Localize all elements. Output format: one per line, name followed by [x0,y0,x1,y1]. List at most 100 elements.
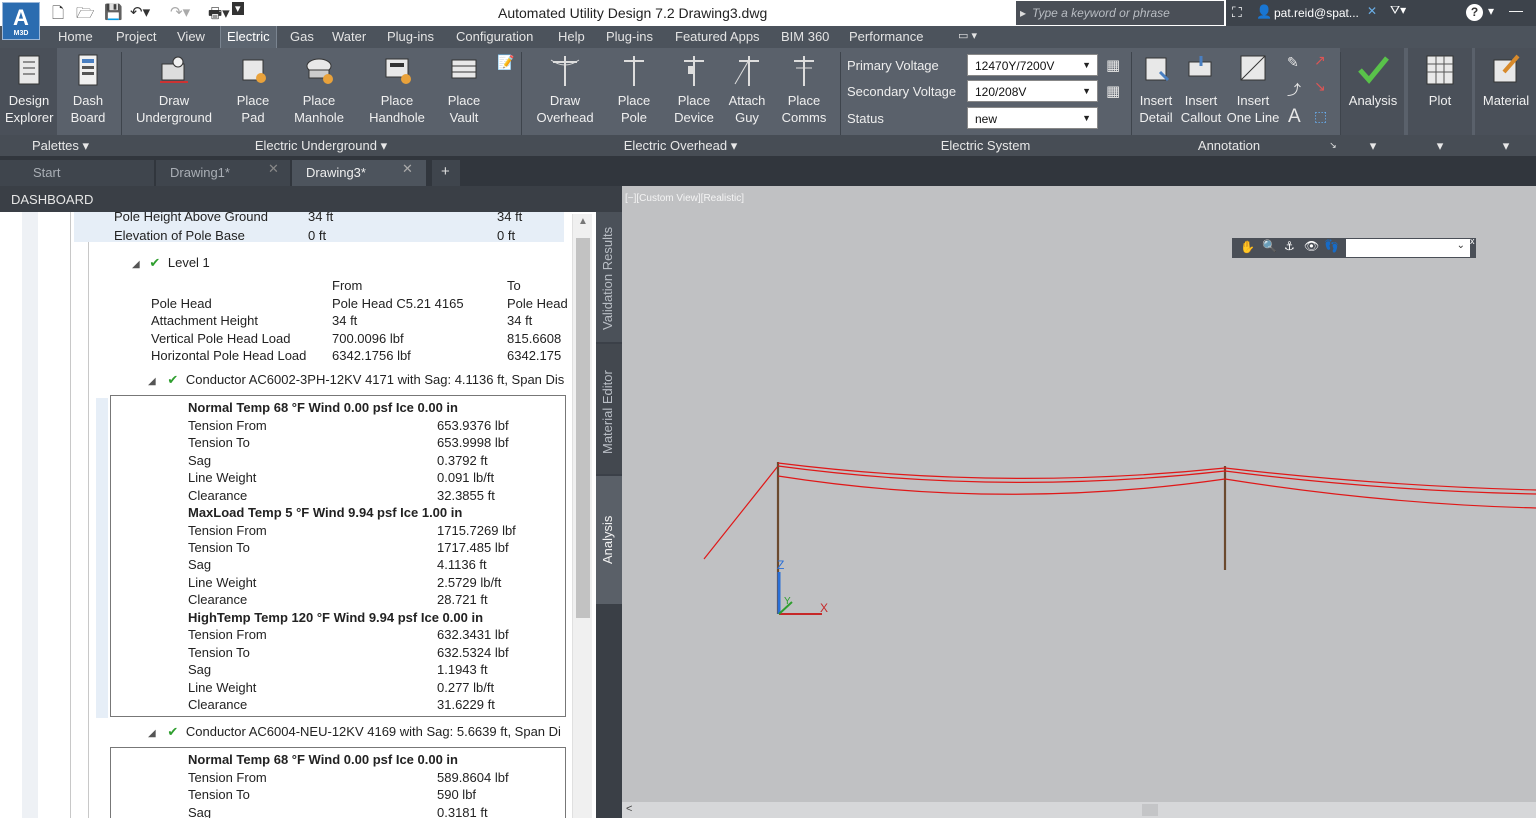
insert-detail-button[interactable]: Insert Detail [1136,52,1176,126]
place-pole-button[interactable]: Place Pole [612,52,656,126]
tab-material-editor[interactable]: Material Editor [596,344,622,474]
group-electric-underground[interactable]: Electric Underground ▾ [121,138,521,154]
binoculars-icon[interactable]: ⛶ [1232,4,1242,21]
tab-help[interactable]: Help [558,29,585,44]
place-manhole-button[interactable]: Place Manhole [290,52,348,126]
material-button[interactable]: Material [1478,52,1534,109]
insert-callout-button[interactable]: Insert Callout [1180,52,1222,126]
text-icon[interactable]: A [1288,106,1301,128]
secondary-voltage-select[interactable]: 120/208V [967,80,1098,102]
tab-electric[interactable]: Electric [220,26,277,48]
place-device-button[interactable]: Place Device [670,52,718,126]
app-logo[interactable]: A M3D [2,2,40,40]
tab-plugins-2[interactable]: Plug-ins [606,29,653,44]
conductor-node[interactable]: ◢ ✔ Conductor AC6004-NEU-12KV 4169 with … [148,724,561,740]
attach-guy-button[interactable]: Attach Guy [724,52,770,126]
system-settings-2-icon[interactable]: ▦ [1106,82,1120,100]
draw-underground-button[interactable]: Draw Underground [130,52,218,126]
device-icon [684,56,704,86]
group-electric-overhead[interactable]: Electric Overhead ▾ [521,138,840,154]
conductor-line [777,462,1226,479]
new-tab-button[interactable]: + [432,160,460,186]
secondary-voltage-label: Secondary Voltage [847,84,957,99]
drawing-canvas: Z X Y [703,462,1536,615]
plot-dropdown-icon[interactable]: ▾ [1412,138,1468,154]
drawing-viewport[interactable]: [−][Custom View][Realistic] ✋ 🔍 ⚓ 👁 👣 ⌄ … [622,186,1536,818]
tab-validation-results[interactable]: Validation Results [596,212,622,342]
close-icon[interactable]: ✕ [268,161,279,177]
user-icon[interactable]: 👤 [1256,4,1272,20]
status-select[interactable]: new [967,107,1098,129]
scroll-up-icon[interactable]: ▲ [578,216,588,227]
vault-icon [451,59,477,79]
group-palettes[interactable]: Palettes ▾ [0,138,121,154]
collapse-icon[interactable]: ◢ [132,259,140,270]
user-name[interactable]: pat.reid@spat... [1274,6,1359,20]
tab-view[interactable]: View [177,29,205,44]
draw-overhead-button[interactable]: Draw Overhead [534,52,596,126]
tab-gas[interactable]: Gas [290,29,314,44]
exchange-icon[interactable]: ✕ [1367,4,1377,18]
open-file-icon[interactable]: 🗁 [76,3,95,28]
system-settings-icon[interactable]: ▦ [1106,56,1120,74]
minimize-icon[interactable]: — [1509,2,1523,18]
dash-board-button[interactable]: Dash Board [64,52,112,126]
arc-icon[interactable]: ⤴ [1287,80,1301,100]
dimension-icon[interactable]: ↘ [1314,78,1326,95]
close-icon[interactable]: ✕ [402,161,413,177]
scroll-left-icon[interactable]: < [626,803,632,815]
save-icon[interactable]: 💾 [104,3,123,21]
section-header: HighTemp Temp 120 °F Wind 9.94 psf Ice 0… [188,610,484,625]
detail-key: Clearance [188,697,248,712]
tab-featured-apps[interactable]: Featured Apps [675,29,760,44]
horizontal-scrollbar[interactable]: < [622,802,1536,818]
search-input[interactable]: Type a keyword or phrase [1016,1,1224,25]
level-node[interactable]: ◢ ✔ Level 1 [132,255,210,271]
table-icon[interactable]: ⬚ [1314,108,1327,125]
insert-one-line-button[interactable]: Insert One Line [1226,52,1280,126]
plot-button[interactable]: Plot [1412,52,1468,109]
row-label: Vertical Pole Head Load [151,331,291,346]
primary-voltage-select[interactable]: 12470Y/7200V [967,54,1098,76]
place-handhole-button[interactable]: Place Handhole [364,52,430,126]
help-icon[interactable]: ? [1466,4,1483,21]
tab-analysis[interactable]: Analysis [596,476,622,604]
new-file-icon[interactable]: 🗋 [52,3,64,28]
a360-icon[interactable]: ⛛▾ [1390,3,1406,18]
tab-configuration[interactable]: Configuration [456,29,533,44]
detail-value: 1.1943 ft [437,662,488,677]
edit-icon[interactable]: 📝 [497,54,514,71]
tab-project[interactable]: Project [116,29,156,44]
place-vault-button[interactable]: Place Vault [440,52,488,126]
design-explorer-button[interactable]: Design Explorer [5,52,53,126]
tab-home[interactable]: Home [58,29,93,44]
ribbon-options-icon[interactable]: ▭ ▾ [958,29,977,42]
conductor-node[interactable]: ◢ ✔ Conductor AC6002-3PH-12KV 4171 with … [148,372,564,388]
tab-plugins[interactable]: Plug-ins [387,29,434,44]
tab-start[interactable]: Start [0,160,154,186]
scrollbar-thumb[interactable] [576,238,590,618]
help-dropdown-icon[interactable]: ▾ [1488,4,1494,18]
insert-detail-icon [1145,57,1170,82]
place-comms-button[interactable]: Place Comms [776,52,832,126]
leader-icon[interactable]: ↗ [1314,52,1326,69]
collapse-icon[interactable]: ◢ [148,376,156,387]
analysis-dropdown-icon[interactable]: ▾ [1344,138,1402,154]
tab-performance[interactable]: Performance [849,29,923,44]
tab-bim-360[interactable]: BIM 360 [781,29,829,44]
place-pad-button[interactable]: Place Pad [230,52,276,126]
annotation-expand-icon[interactable]: ↘ [1326,140,1340,151]
detail-key: Tension To [188,787,250,802]
analysis-button[interactable]: Analysis [1344,52,1402,109]
scrollbar-thumb[interactable] [1142,804,1158,816]
ribbon-group-labels: Palettes ▾ Electric Underground ▾ Electr… [0,135,1536,156]
customize-qa-icon[interactable]: ▾ [232,2,244,15]
material-dropdown-icon[interactable]: ▾ [1478,138,1534,154]
print-icon[interactable]: 🖶▾ [208,3,230,28]
redo-icon[interactable]: ↷▾ [170,3,190,21]
markup-icon[interactable]: ✎ [1287,54,1299,71]
tab-water[interactable]: Water [332,29,366,44]
collapse-icon[interactable]: ◢ [148,728,156,739]
dashboard-scrollbar[interactable]: ▲ [572,214,592,818]
undo-icon[interactable]: ↶▾ [130,3,150,21]
